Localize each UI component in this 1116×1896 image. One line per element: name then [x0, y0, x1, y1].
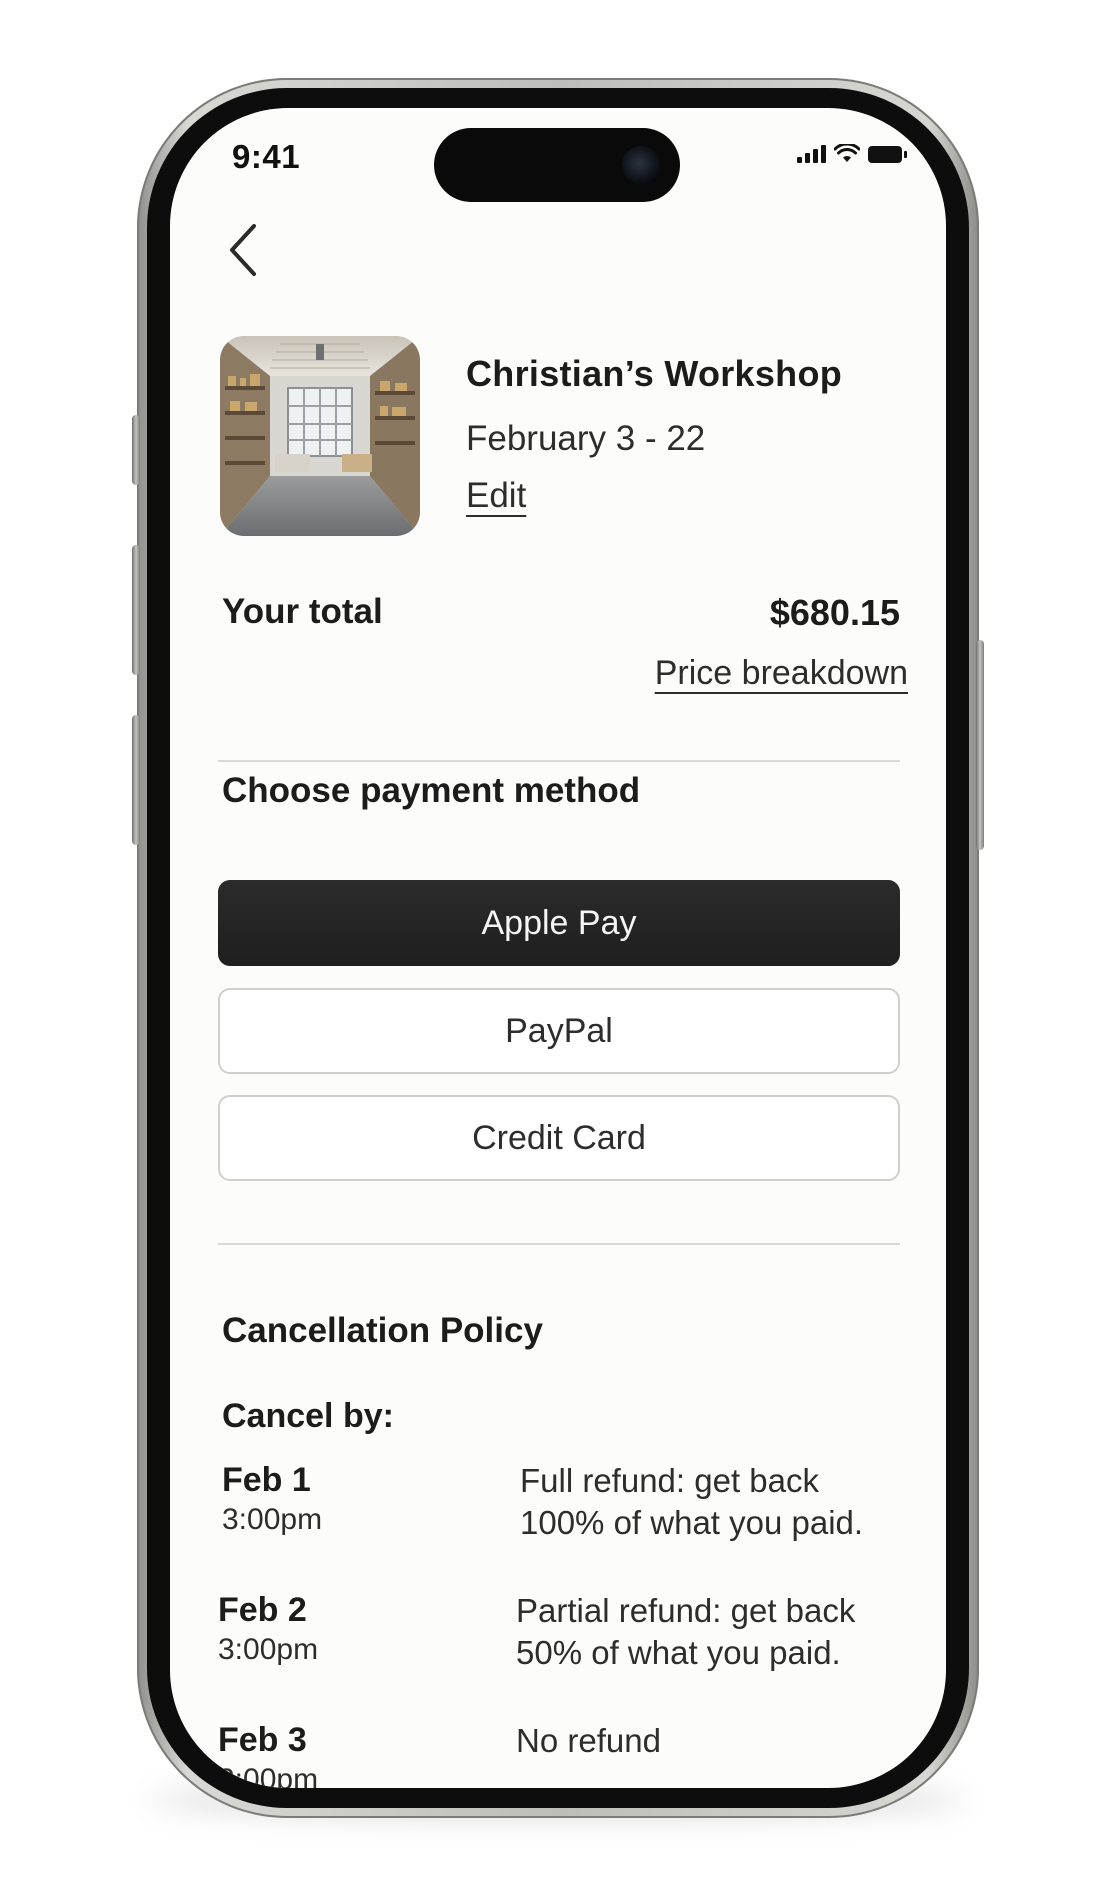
listing-dates: February 3 - 22: [466, 419, 706, 458]
policy-date: Feb 3: [218, 1721, 307, 1759]
wifi-icon: [834, 144, 860, 162]
cancel-by-label: Cancel by:: [222, 1397, 394, 1435]
credit-card-button[interactable]: Credit Card: [218, 1095, 900, 1181]
power-button: [976, 640, 984, 850]
policy-description: Partial refund: get back 50% of what you…: [516, 1592, 856, 1671]
camera-icon: [622, 146, 660, 184]
cellular-signal-icon: [797, 145, 826, 163]
status-icons: [797, 144, 907, 164]
policy-date: Feb 2: [218, 1591, 307, 1629]
status-time: 9:41: [232, 138, 301, 175]
silent-switch: [132, 415, 140, 485]
phone-screen: 9:41 Christian’s Workshop February 3 - 2…: [170, 108, 946, 1788]
total-label: Your total: [222, 592, 383, 631]
volume-up-button: [132, 545, 140, 675]
policy-description: Full refund: get back 100% of what you p…: [520, 1462, 864, 1541]
paypal-button[interactable]: PayPal: [218, 988, 900, 1074]
cancellation-policy-title: Cancellation Policy: [222, 1311, 543, 1350]
policy-date: Feb 1: [222, 1461, 311, 1499]
policy-time: 3:00pm: [222, 1503, 323, 1536]
policy-time: 3:00pm: [218, 1763, 319, 1788]
chevron-left-icon[interactable]: [222, 220, 270, 280]
apple-pay-button[interactable]: Apple Pay: [218, 880, 900, 966]
dynamic-island: [434, 128, 680, 202]
volume-down-button: [132, 715, 140, 845]
battery-icon: [868, 145, 907, 163]
policy-description: No refund: [516, 1722, 661, 1759]
price-breakdown-link[interactable]: Price breakdown: [655, 654, 908, 693]
divider: [218, 1243, 900, 1245]
payment-section-title: Choose payment method: [222, 771, 641, 810]
divider: [218, 760, 900, 762]
policy-time: 3:00pm: [218, 1633, 319, 1666]
edit-dates-link[interactable]: Edit: [466, 476, 526, 516]
listing-title: Christian’s Workshop: [466, 353, 843, 394]
workshop-thumbnail: [220, 336, 420, 536]
app-mockup: 9:41 Christian’s Workshop February 3 - 2…: [0, 0, 1116, 1896]
total-amount: $680.15: [769, 592, 900, 633]
